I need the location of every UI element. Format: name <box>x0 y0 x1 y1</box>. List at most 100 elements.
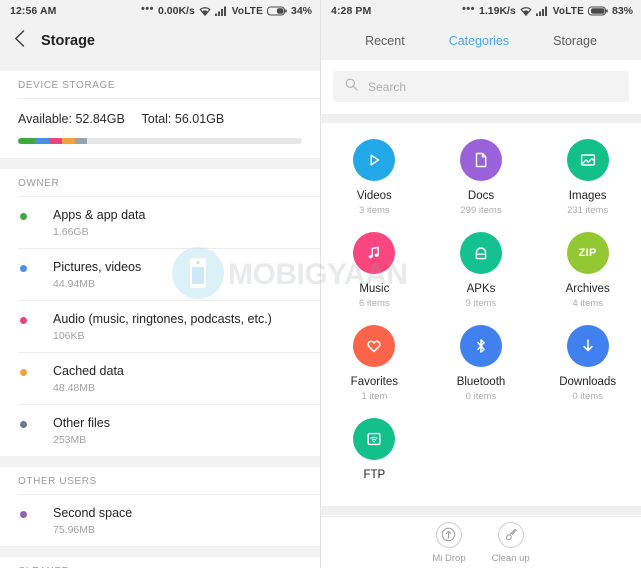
category-cell-downloads[interactable]: Downloads 0 items <box>534 325 641 418</box>
storage-list-item[interactable]: Cached data 48.48MB <box>0 353 320 404</box>
bottom-action-bar: Mi Drop Clean up <box>321 516 641 568</box>
category-count: 0 items <box>572 391 603 402</box>
play-icon <box>353 139 396 181</box>
bottom-action-label: Mi Drop <box>432 552 466 564</box>
category-cell-images[interactable]: Images 231 items <box>534 139 641 232</box>
storage-item-body: Apps & app data 1.66GB <box>53 208 145 238</box>
status-time: 4:28 PM <box>331 5 372 17</box>
section-header-other-users: OTHER USERS <box>0 467 320 494</box>
tab-storage[interactable]: Storage <box>553 34 597 48</box>
storage-list-item[interactable]: Audio (music, ringtones, podcasts, etc.)… <box>0 301 320 352</box>
status-indicators: ••• 0.00K/s VoLTE 34% <box>141 3 312 17</box>
wifi-icon <box>199 6 211 16</box>
category-label: Videos <box>356 190 392 202</box>
category-count: 3 items <box>359 205 390 216</box>
zip-icon: ZIP <box>566 232 609 274</box>
bottom-action-clean-up[interactable]: Clean up <box>491 521 530 564</box>
category-label: APKs <box>466 283 496 295</box>
category-color-dot <box>20 265 27 272</box>
category-cell-music[interactable]: Music 6 items <box>321 232 428 325</box>
left-status-bar: 12:56 AM ••• 0.00K/s VoLTE 34% <box>0 0 320 22</box>
back-arrow-icon[interactable] <box>14 30 25 52</box>
upload-circle-icon <box>435 521 462 548</box>
storage-item-title: Apps & app data <box>53 208 146 222</box>
volte-label: VoLTE <box>552 5 584 17</box>
battery-percent: 83% <box>611 5 633 17</box>
storage-item-body: Second space 75.96MB <box>53 506 132 536</box>
storage-item-size: 48.48MB <box>53 382 96 394</box>
android-package-icon <box>459 232 502 274</box>
dual-screenshot-container: 12:56 AM ••• 0.00K/s VoLTE 34% Storage D… <box>0 0 641 568</box>
storage-item-body: Cached data 48.48MB <box>53 364 124 394</box>
category-label: Images <box>568 190 607 202</box>
status-indicators: ••• 1.19K/s VoLTE 83% <box>461 3 633 17</box>
search-zone: Search <box>321 60 641 114</box>
bottom-action-label: Clean up <box>491 552 530 564</box>
category-count: 299 items <box>460 205 502 216</box>
category-cell-archives[interactable]: ZIP Archives 4 items <box>534 232 641 325</box>
right-screen-file-manager: 4:28 PM ••• 1.19K/s VoLTE 83% Recent Cat… <box>320 0 641 568</box>
heart-icon <box>353 325 396 367</box>
search-placeholder: Search <box>368 79 407 94</box>
storage-item-title: Pictures, videos <box>53 260 142 274</box>
category-count: 4 items <box>572 298 603 309</box>
bottom-action-mi-drop[interactable]: Mi Drop <box>432 521 466 564</box>
category-cell-apks[interactable]: APKs 9 items <box>428 232 535 325</box>
more-dots-icon: ••• <box>461 3 476 15</box>
category-cell-favorites[interactable]: Favorites 1 item <box>321 325 428 418</box>
tab-recent[interactable]: Recent <box>365 34 405 48</box>
left-screen-storage-settings: 12:56 AM ••• 0.00K/s VoLTE 34% Storage D… <box>0 0 320 568</box>
category-grid: Videos 3 items Docs 299 items Images 231 item… <box>321 123 641 506</box>
category-label: Archives <box>565 283 610 295</box>
usage-segment-apps <box>18 138 35 144</box>
right-status-bar: 4:28 PM ••• 1.19K/s VoLTE 83% <box>321 0 641 22</box>
storage-item-title: Cached data <box>53 364 124 378</box>
storage-item-size: 253MB <box>53 434 87 446</box>
category-color-dot <box>20 511 27 518</box>
category-count: 6 items <box>359 298 390 309</box>
tab-categories[interactable]: Categories <box>449 34 509 48</box>
category-label: Downloads <box>559 376 617 388</box>
status-time: 12:56 AM <box>10 5 57 17</box>
storage-item-title: Audio (music, ringtones, podcasts, etc.) <box>53 312 272 326</box>
section-header-owner: OWNER <box>0 169 320 196</box>
section-spacer <box>0 158 320 169</box>
section-header-cleaner: CLEANER <box>0 557 320 568</box>
category-count: 9 items <box>465 298 497 309</box>
storage-item-body: Pictures, videos 44.94MB <box>53 260 141 290</box>
brush-icon <box>497 521 524 548</box>
storage-item-body: Other files 253MB <box>53 416 110 446</box>
cellular-signal-icon <box>535 6 549 16</box>
category-color-dot <box>20 421 27 428</box>
storage-item-title: Second space <box>53 506 133 520</box>
zip-glyph-text: ZIP <box>578 247 597 259</box>
category-count: 1 item <box>361 391 388 402</box>
category-label: Bluetooth <box>456 376 506 388</box>
section-spacer <box>321 114 641 123</box>
available-label: Available: 52.84GB <box>18 112 125 126</box>
storage-list-item[interactable]: Apps & app data 1.66GB <box>0 197 320 248</box>
category-count: 0 items <box>465 391 497 402</box>
storage-list-item[interactable]: Other files 253MB <box>0 405 320 456</box>
category-cell-videos[interactable]: Videos 3 items <box>321 139 428 232</box>
category-cell-bluetooth[interactable]: Bluetooth 0 items <box>428 325 535 418</box>
category-label: Music <box>359 283 390 295</box>
image-icon <box>566 139 609 181</box>
storage-summary: Available: 52.84GB Total: 56.01GB <box>0 99 320 144</box>
network-speed: 1.19K/s <box>479 5 516 17</box>
storage-list-item[interactable]: Second space 75.96MB <box>0 495 320 546</box>
category-cell-ftp[interactable]: FTP <box>321 418 428 500</box>
storage-list-item[interactable]: Pictures, videos 44.94MB <box>0 249 320 300</box>
usage-segment-audio <box>49 138 62 144</box>
category-label: Favorites <box>350 376 398 388</box>
search-input[interactable]: Search <box>333 71 629 102</box>
document-icon <box>459 139 502 181</box>
left-app-bar: Storage <box>0 22 320 60</box>
other-users-storage-list: Second space 75.96MB <box>0 495 320 546</box>
usage-segment-cached <box>62 138 75 144</box>
category-label: Docs <box>467 190 495 202</box>
category-color-dot <box>20 213 27 220</box>
category-cell-docs[interactable]: Docs 299 items <box>428 139 535 232</box>
bluetooth-icon <box>459 325 502 367</box>
total-label: Total: 56.01GB <box>141 112 225 126</box>
